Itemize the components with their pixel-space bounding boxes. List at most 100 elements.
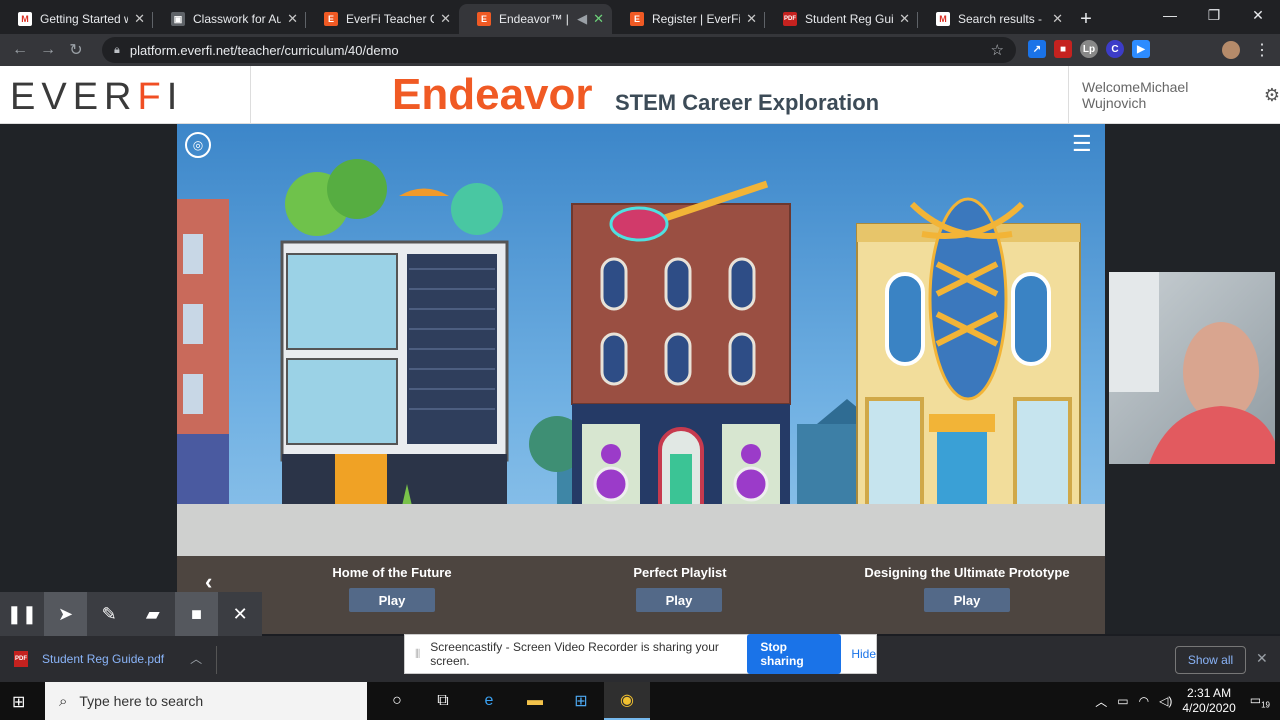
address-bar[interactable]: 🔒︎ platform.everfi.net/teacher/curriculu… — [102, 37, 1016, 63]
toolbar: ← → ↻ 🔒︎ platform.everfi.net/teacher/cur… — [0, 34, 1280, 66]
back-icon[interactable]: ← — [6, 41, 34, 59]
tab-strip: M Getting Started wi ✕ ▣ Classwork for Auto… — [0, 0, 1280, 34]
cortana-icon[interactable]: ○ — [374, 682, 420, 720]
tab-title: Search results - m — [958, 12, 1047, 26]
close-icon[interactable]: ✕ — [1052, 11, 1063, 27]
compass-icon[interactable]: ◎ — [185, 132, 211, 158]
gmail-icon: M — [936, 12, 950, 26]
video-camera-icon[interactable]: ■ — [174, 592, 219, 636]
extension-arrow-icon[interactable]: ↗ — [1028, 40, 1046, 58]
edge-icon[interactable]: e — [466, 682, 512, 720]
search-icon: ⌕ — [59, 692, 68, 710]
game-stage: ◎ ☰ ‹ Home of the Future Play Perfect Pl… — [0, 124, 1280, 634]
system-tray: ︿ ▭ ◠ ◁) 2:31 AM 4/20/2020 ▭19 — [1095, 682, 1280, 720]
taskbar-apps: ○ ⧉ e ▬ ⊞ ◉ — [374, 682, 650, 720]
close-icon[interactable]: ✕ — [440, 11, 451, 27]
play-button-home[interactable]: Play — [349, 588, 435, 612]
play-button-prototype[interactable]: Play — [924, 588, 1010, 612]
file-explorer-icon[interactable]: ▬ — [512, 682, 558, 720]
hamburger-menu-icon[interactable]: ☰ — [1072, 132, 1094, 158]
pause-icon[interactable]: ❚❚ — [0, 592, 44, 636]
speaker-icon[interactable]: ◀ — [577, 11, 587, 27]
close-icon[interactable]: ✕ — [134, 11, 145, 27]
close-window-icon[interactable]: ✕ — [1236, 0, 1280, 30]
menu-kebab-icon[interactable]: ⋮ — [1254, 40, 1270, 60]
extension-camera-icon[interactable]: ■ — [1054, 40, 1072, 58]
gmail-icon: M — [18, 12, 32, 26]
classroom-icon: ▣ — [171, 12, 185, 26]
close-icon[interactable]: ✕ — [899, 11, 910, 27]
close-toolbar-icon[interactable]: ✕ — [218, 592, 262, 636]
search-placeholder: Type here to search — [79, 693, 204, 709]
windows-start-icon[interactable]: ⊞ — [12, 692, 25, 712]
bookmark-star-icon[interactable]: ☆ — [991, 41, 1004, 59]
battery-icon[interactable]: ▭ — [1117, 694, 1128, 708]
game-canvas[interactable]: ◎ ☰ ‹ Home of the Future Play Perfect Pl… — [177, 124, 1105, 634]
tab-5[interactable]: PDF Student Reg Guide ✕ — [765, 4, 918, 34]
logo-text: EVER — [10, 76, 138, 118]
drag-handle-icon[interactable]: ⦀ — [415, 647, 420, 662]
wifi-icon[interactable]: ◠ — [1139, 694, 1149, 708]
reload-icon[interactable]: ↻ — [62, 40, 90, 60]
notifications-icon[interactable]: ▭19 — [1250, 693, 1270, 709]
profile-avatar[interactable] — [1222, 41, 1240, 59]
play-button-playlist[interactable]: Play — [636, 588, 722, 612]
webcam-overlay — [1109, 272, 1275, 464]
tab-4[interactable]: E Register | EverFi Ed ✕ — [612, 4, 765, 34]
extension-c-icon[interactable]: C — [1106, 40, 1124, 58]
pdf-icon: PDF — [14, 650, 28, 667]
building-label-prototype: Designing the Ultimate Prototype — [864, 565, 1070, 580]
tab-title: Endeavor™ | E — [499, 12, 571, 26]
new-tab-button[interactable]: + — [1071, 4, 1101, 34]
chevron-up-icon[interactable]: ︿ — [1095, 693, 1107, 710]
extension-lp-icon[interactable]: Lp — [1080, 40, 1098, 58]
screencastify-toolbar: ❚❚ ➤ ✎ ▰ ■ ✕ — [0, 592, 262, 636]
restore-icon[interactable]: ❐ — [1192, 0, 1236, 30]
close-icon[interactable]: ✕ — [593, 11, 604, 27]
stop-sharing-button[interactable]: Stop sharing — [747, 634, 842, 674]
eraser-icon[interactable]: ▰ — [131, 592, 175, 636]
chevron-up-icon[interactable]: ︿ — [190, 650, 202, 667]
store-icon[interactable]: ⊞ — [558, 682, 604, 720]
task-view-icon[interactable]: ⧉ — [420, 682, 466, 720]
tab-title: Register | EverFi Ed — [652, 12, 741, 26]
pdf-icon: PDF — [783, 12, 797, 26]
volume-icon[interactable]: ◁) — [1159, 694, 1172, 708]
site-header: EVERFI Endeavor STEM Career Exploration … — [0, 66, 1280, 124]
close-icon[interactable]: ✕ — [746, 11, 757, 27]
zoom-icon[interactable]: ▶ — [1132, 40, 1150, 58]
welcome-text: WelcomeMichael Wujnovich — [1082, 79, 1189, 111]
tab-2[interactable]: E EverFi Teacher Cen ✕ — [306, 4, 459, 34]
download-item[interactable]: PDF Student Reg Guide.pdf ︿ — [14, 650, 202, 667]
tab-1[interactable]: ▣ Classwork for Auto ✕ — [153, 4, 306, 34]
everfi-icon: E — [630, 12, 644, 26]
street — [177, 504, 1105, 556]
tab-title: Getting Started wi — [40, 12, 129, 26]
close-downloads-icon[interactable]: ✕ — [1256, 650, 1268, 667]
clock[interactable]: 2:31 AM 4/20/2020 — [1182, 686, 1235, 716]
clock-time: 2:31 AM — [1187, 686, 1232, 700]
tab-0[interactable]: M Getting Started wi ✕ — [0, 4, 153, 34]
lock-icon: 🔒︎ — [114, 43, 120, 56]
screen-share-bar: ⦀ Screencastify - Screen Video Recorder … — [404, 634, 877, 674]
tab-title: Classwork for Auto — [193, 12, 282, 26]
gear-icon[interactable]: ⚙ — [1264, 85, 1280, 106]
close-icon[interactable]: ✕ — [287, 11, 298, 27]
brand-title: Endeavor — [392, 70, 593, 119]
tab-3[interactable]: E Endeavor™ | E ◀ ✕ — [459, 4, 612, 34]
building-label-playlist: Perfect Playlist — [633, 565, 727, 580]
taskbar-search[interactable]: ⌕ Type here to search — [45, 682, 367, 720]
everfi-logo[interactable]: EVERFI — [10, 76, 183, 119]
cursor-icon[interactable]: ➤ — [43, 592, 88, 636]
welcome-user: WelcomeMichael Wujnovich ⚙ — [1068, 66, 1280, 124]
share-message: Screencastify - Screen Video Recorder is… — [430, 640, 719, 668]
chrome-icon[interactable]: ◉ — [604, 682, 650, 720]
forward-icon[interactable]: → — [34, 41, 62, 59]
hide-button[interactable]: Hide — [851, 647, 876, 661]
tab-6[interactable]: M Search results - m ✕ — [918, 4, 1071, 34]
pen-icon[interactable]: ✎ — [87, 592, 131, 636]
show-all-button[interactable]: Show all — [1175, 646, 1246, 674]
minimize-icon[interactable]: — — [1148, 0, 1192, 30]
everfi-icon: E — [324, 12, 338, 26]
tab-title: Student Reg Guide — [805, 12, 894, 26]
